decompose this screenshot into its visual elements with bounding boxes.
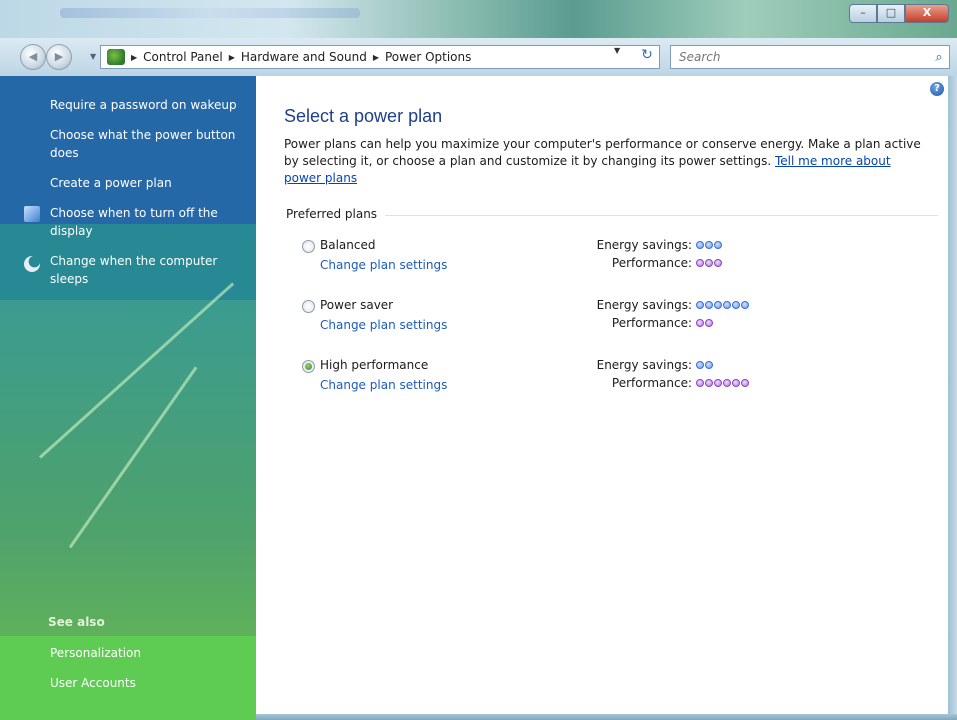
change-plan-settings-link[interactable]: Change plan settings [320, 378, 447, 392]
minimize-button[interactable]: – [849, 4, 877, 23]
breadcrumb-control-panel[interactable]: Control Panel [143, 50, 223, 64]
preferred-plans-label: Preferred plans [286, 207, 386, 221]
energy-rating [696, 301, 749, 309]
performance-rating [696, 319, 713, 327]
breadcrumb-separator-icon[interactable]: ▶ [131, 53, 137, 62]
energy-savings-label: Energy savings: [596, 358, 692, 372]
energy-dot-icon [696, 301, 704, 309]
performance-dot-icon [714, 259, 722, 267]
performance-rating [696, 259, 722, 267]
intro-paragraph: Power plans can help you maximize your c… [284, 136, 924, 187]
forward-arrow-icon[interactable]: ▶ [46, 44, 72, 70]
performance-label: Performance: [611, 256, 692, 270]
performance-dot-icon [714, 379, 722, 387]
window-controls: – □ X [849, 4, 949, 23]
energy-dot-icon [705, 241, 713, 249]
plan-name[interactable]: Power saver [320, 298, 393, 312]
maximize-button[interactable]: □ [877, 4, 905, 23]
energy-dot-icon [705, 361, 713, 369]
link-power-button[interactable]: Choose what the power button does [50, 126, 250, 162]
performance-dot-icon [705, 379, 713, 387]
window-bottom-border [256, 714, 957, 720]
main-content: ? Select a power plan Power plans can he… [256, 76, 948, 714]
energy-dot-icon [714, 241, 722, 249]
performance-dot-icon [723, 379, 731, 387]
window-title-bar: – □ X [0, 0, 957, 40]
energy-rating [696, 241, 722, 249]
performance-label: Performance: [611, 376, 692, 390]
link-personalization[interactable]: Personalization [50, 644, 250, 662]
title-bar-blur [60, 8, 360, 18]
search-input[interactable] [677, 49, 929, 65]
energy-dot-icon [696, 241, 704, 249]
performance-label: Performance: [611, 316, 692, 330]
link-create-plan[interactable]: Create a power plan [50, 174, 250, 192]
breadcrumb-separator-icon[interactable]: ▶ [373, 53, 379, 62]
navigation-bar: ◀ ▶ ▼ ▶ Control Panel ▶ Hardware and Sou… [0, 38, 957, 77]
search-box[interactable]: ⌕ [670, 45, 950, 69]
back-arrow-icon[interactable]: ◀ [20, 44, 46, 70]
energy-dot-icon [696, 361, 704, 369]
control-panel-icon [107, 49, 125, 65]
sleep-moon-icon [24, 256, 40, 272]
radio-high-performance[interactable] [302, 360, 315, 373]
link-turn-off-display[interactable]: Choose when to turn off the display [50, 204, 250, 240]
breadcrumb-power-options[interactable]: Power Options [385, 50, 471, 64]
link-user-accounts[interactable]: User Accounts [50, 674, 250, 692]
page-title: Select a power plan [284, 106, 443, 126]
performance-dot-icon [705, 319, 713, 327]
radio-power-saver[interactable] [302, 300, 315, 313]
breadcrumb-hardware-and-sound[interactable]: Hardware and Sound [241, 50, 367, 64]
energy-savings-label: Energy savings: [596, 298, 692, 312]
performance-dot-icon [741, 379, 749, 387]
energy-savings-label: Energy savings: [596, 238, 692, 252]
see-also-heading: See also [48, 615, 105, 629]
energy-dot-icon [723, 301, 731, 309]
performance-dot-icon [732, 379, 740, 387]
energy-dot-icon [714, 301, 722, 309]
link-require-password[interactable]: Require a password on wakeup [50, 96, 250, 114]
search-icon[interactable]: ⌕ [929, 50, 949, 65]
breadcrumb-separator-icon[interactable]: ▶ [229, 53, 235, 62]
address-bar[interactable]: ▶ Control Panel ▶ Hardware and Sound ▶ P… [100, 45, 660, 69]
change-plan-settings-link[interactable]: Change plan settings [320, 258, 447, 272]
plan-name[interactable]: High performance [320, 358, 428, 372]
energy-dot-icon [705, 301, 713, 309]
recent-pages-chevron-down-icon[interactable]: ▼ [90, 52, 96, 61]
task-pane: Require a password on wakeup Choose what… [0, 76, 256, 720]
performance-dot-icon [696, 259, 704, 267]
task-pane-band [0, 300, 256, 636]
display-icon [24, 206, 40, 222]
energy-dot-icon [741, 301, 749, 309]
performance-dot-icon [705, 259, 713, 267]
link-computer-sleeps[interactable]: Change when the computer sleeps [50, 252, 250, 288]
plan-name[interactable]: Balanced [320, 238, 375, 252]
energy-rating [696, 361, 713, 369]
window-right-border [948, 76, 957, 720]
performance-dot-icon [696, 319, 704, 327]
help-icon[interactable]: ? [930, 82, 944, 96]
performance-dot-icon [696, 379, 704, 387]
close-button[interactable]: X [905, 4, 949, 23]
energy-dot-icon [732, 301, 740, 309]
address-history-chevron-down-icon[interactable]: ▼ [614, 46, 620, 55]
radio-balanced[interactable] [302, 240, 315, 253]
change-plan-settings-link[interactable]: Change plan settings [320, 318, 447, 332]
performance-rating [696, 379, 749, 387]
refresh-icon[interactable]: ↻ [636, 44, 658, 66]
